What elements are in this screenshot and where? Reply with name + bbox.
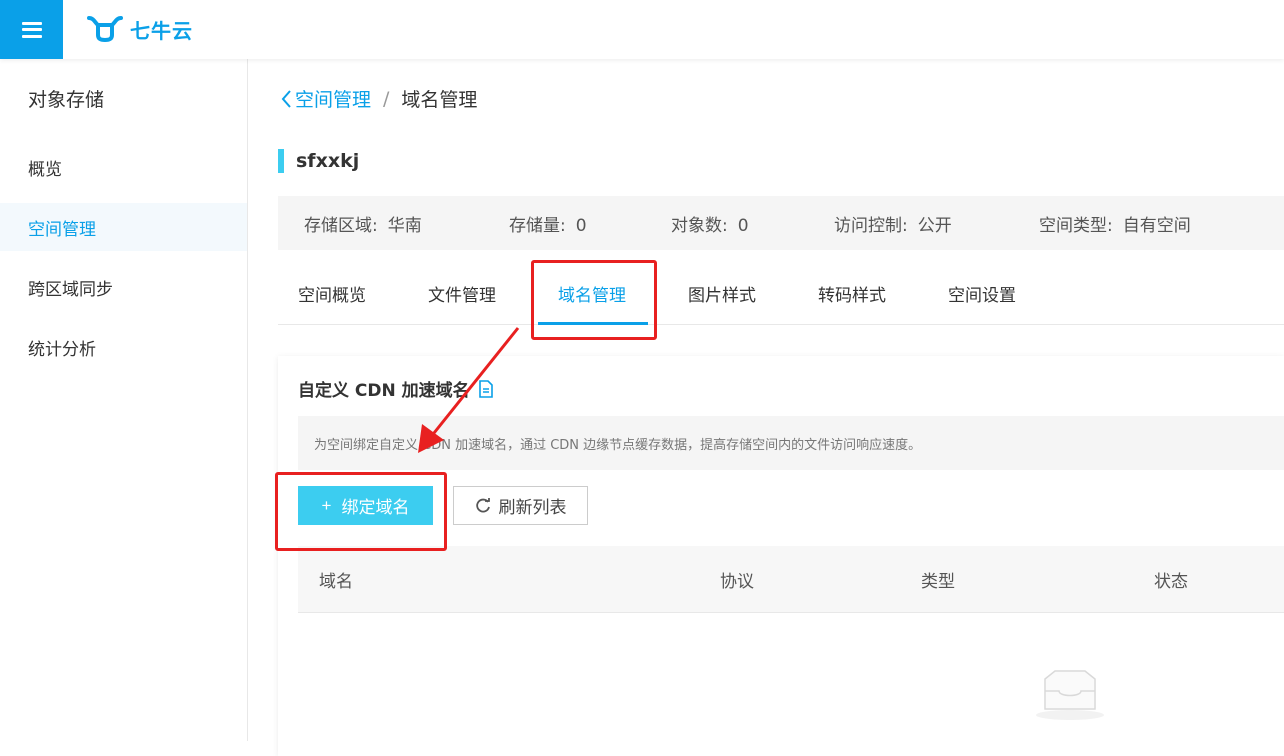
info-access-control: 访问控制: 公开 (834, 211, 952, 236)
menu-toggle-button[interactable] (0, 0, 63, 59)
info-value: 华南 (387, 215, 422, 236)
document-icon[interactable] (478, 379, 494, 398)
tab-transcode-styles[interactable]: 转码样式 (818, 262, 886, 325)
sidebar-title: 对象存储 (28, 89, 105, 111)
sidebar-item-label: 概览 (28, 159, 62, 180)
bucket-tabs: 空间概览 文件管理 域名管理 图片样式 转码样式 空间设置 (278, 262, 1284, 325)
qiniu-logo-icon (87, 16, 123, 43)
info-object-count: 对象数: 0 (671, 211, 749, 236)
domain-table-header: 域名 协议 类型 状态 (298, 546, 1284, 613)
bucket-name: sfxxkj (296, 150, 360, 172)
sidebar-item-label: 跨区域同步 (28, 279, 113, 300)
sidebar-item-bucket-management[interactable]: 空间管理 (0, 203, 247, 251)
notice-text: 为空间绑定自定义 CDN 加速域名，通过 CDN 边缘节点缓存数据，提高存储空间… (298, 416, 1284, 470)
sidebar-item-label: 空间管理 (28, 219, 96, 240)
chevron-left-icon (281, 89, 291, 108)
tab-bucket-settings[interactable]: 空间设置 (948, 262, 1016, 325)
empty-inbox-icon (1036, 670, 1104, 720)
info-storage-region: 存储区域: 华南 (304, 211, 422, 236)
info-value: 0 (575, 215, 587, 236)
sidebar-item-overview[interactable]: 概览 (0, 143, 247, 191)
column-header-status[interactable]: 状态 (1154, 546, 1188, 613)
hamburger-icon (21, 21, 42, 38)
annotation-box-domain-tab (531, 260, 657, 340)
breadcrumb-separator: / (383, 87, 390, 110)
card-title: 自定义 CDN 加速域名 (298, 376, 494, 401)
tab-image-styles[interactable]: 图片样式 (688, 262, 756, 325)
sidebar-item-label: 统计分析 (28, 339, 96, 360)
sidebar-item-statistics[interactable]: 统计分析 (0, 323, 247, 371)
column-header-domain[interactable]: 域名 (319, 546, 353, 613)
logo-text: 七牛云 (130, 18, 193, 43)
breadcrumb: 空间管理 / 域名管理 (280, 85, 477, 112)
bucket-info-bar: 存储区域: 华南 存储量: 0 对象数: 0 访问控制: 公开 空间类型: 自有空间 (278, 196, 1284, 250)
tab-bucket-overview[interactable]: 空间概览 (298, 262, 366, 325)
info-label: 存储区域: (304, 215, 378, 236)
info-bucket-type: 空间类型: 自有空间 (1039, 211, 1191, 236)
info-storage-size: 存储量: 0 (509, 211, 587, 236)
column-header-type[interactable]: 类型 (921, 546, 955, 613)
main-content: 空间管理 / 域名管理 sfxxkj 存储区域: 华南 存储量: 0 对象数: 0 访… (248, 59, 1284, 756)
annotation-box-bind-button (275, 472, 447, 551)
refresh-icon (475, 497, 490, 512)
refresh-list-label: 刷新列表 (498, 498, 567, 517)
breadcrumb-current: 域名管理 (401, 89, 478, 111)
bucket-accent-bar (278, 149, 284, 173)
breadcrumb-parent-label: 空间管理 (295, 89, 372, 111)
tab-file-management[interactable]: 文件管理 (428, 262, 496, 325)
card-title-text: 自定义 CDN 加速域名 (298, 381, 470, 401)
info-value: 0 (737, 215, 749, 236)
info-value: 公开 (917, 215, 952, 236)
breadcrumb-parent-link[interactable]: 空间管理 (280, 85, 371, 112)
sidebar: 对象存储 概览 空间管理 跨区域同步 统计分析 (0, 59, 248, 741)
refresh-list-button[interactable]: 刷新列表 (453, 486, 588, 525)
info-label: 存储量: (509, 215, 566, 236)
bucket-header: sfxxkj (278, 149, 359, 173)
sidebar-item-cross-region-sync[interactable]: 跨区域同步 (0, 263, 247, 311)
top-bar: 七牛云 (0, 0, 1284, 59)
cdn-domain-card: 自定义 CDN 加速域名 为空间绑定自定义 CDN 加速域名，通过 CDN 边缘… (278, 356, 1284, 756)
info-label: 空间类型: (1039, 215, 1113, 236)
info-value: 自有空间 (1122, 215, 1191, 236)
info-label: 访问控制: (834, 215, 908, 236)
column-header-protocol[interactable]: 协议 (720, 546, 754, 613)
qiniu-logo[interactable]: 七牛云 (86, 12, 193, 46)
info-label: 对象数: (671, 215, 728, 236)
